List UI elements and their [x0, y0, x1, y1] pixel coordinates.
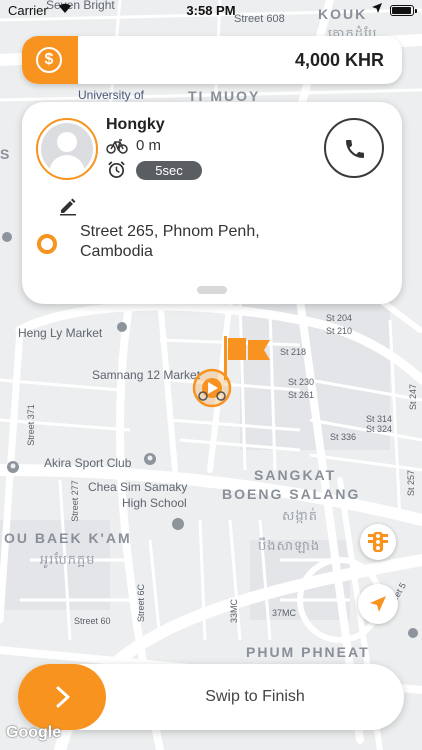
- map-label: Chea Sim Samaky: [88, 480, 188, 494]
- location-arrow-icon: [372, 3, 382, 16]
- map-label: អូរបែកក្អម: [40, 552, 96, 567]
- card-drag-handle[interactable]: [197, 286, 227, 294]
- driver-distance: 0 m: [136, 137, 162, 154]
- swipe-label: Swip to Finish: [205, 688, 305, 705]
- driver-info-card[interactable]: Hongky 0 m 5sec Street 265, Phnom Penh, …: [22, 102, 402, 304]
- map-label: Street 277: [69, 480, 80, 522]
- bicycle-icon: [106, 139, 128, 154]
- pickup-address: Street 265, Phnom Penh, Cambodia: [80, 223, 260, 260]
- google-logo: Google: [6, 724, 62, 741]
- map-label: St 204: [326, 313, 353, 323]
- map-label: St 218: [280, 347, 307, 357]
- map-label: Samnang 12 Market: [92, 368, 201, 382]
- map-label: St 230: [288, 377, 315, 387]
- alarm-clock-icon: [108, 161, 125, 178]
- map-label: St 336: [330, 432, 357, 442]
- battery-icon: [390, 5, 417, 16]
- map-label: St 261: [288, 390, 315, 400]
- fare-amount: 4,000 KHR: [294, 50, 384, 70]
- map-label: បឹងសាឡាង: [258, 538, 321, 553]
- pickup-location-icon: [37, 234, 57, 254]
- clock-time: 3:58 PM: [186, 3, 236, 18]
- map-label: University of: [78, 88, 145, 102]
- map-label: St 314: [366, 414, 393, 424]
- swipe-knob[interactable]: [18, 664, 106, 730]
- phone-icon: [346, 140, 364, 158]
- map-label: Akira Sport Club: [44, 456, 132, 470]
- map-label: សង្កាត់: [282, 508, 319, 523]
- map-label: Street 60: [74, 616, 111, 626]
- map-label: 37MC: [272, 608, 297, 618]
- map-label: St 324: [366, 424, 393, 434]
- map-label: BOENG SALANG: [222, 486, 361, 502]
- chevron-right-icon: [56, 686, 70, 708]
- call-button[interactable]: [324, 118, 384, 178]
- status-bar: Carrier 3:58 PM: [0, 0, 422, 22]
- map-label: Street 6C: [136, 583, 147, 623]
- fare-bar: $ 4,000 KHR: [22, 36, 402, 84]
- map-label: Street 371: [25, 404, 36, 446]
- wait-time-badge: 5sec: [136, 161, 202, 180]
- traffic-light-icon: [368, 532, 388, 552]
- map-label: SANGKAT: [254, 467, 337, 483]
- map-label: PHUM PHNEAT: [246, 644, 370, 660]
- fare-icon-box: $: [22, 36, 78, 84]
- map-label: St 247: [408, 383, 419, 411]
- my-location-button[interactable]: [358, 584, 398, 624]
- map-label: 33MC: [229, 598, 240, 624]
- driver-name: Hongky: [106, 116, 165, 133]
- map-label: High School: [122, 496, 187, 510]
- traffic-toggle-button[interactable]: [360, 524, 396, 560]
- default-avatar-icon: [41, 123, 93, 175]
- map-label: Heng Ly Market: [18, 326, 103, 340]
- driver-location-marker-icon: [192, 368, 232, 408]
- dollar-coin-icon: $: [36, 47, 62, 73]
- navigation-arrow-icon: [370, 596, 386, 612]
- map-label: St 257: [406, 469, 417, 497]
- pencil-edit-icon[interactable]: [58, 196, 78, 216]
- driver-avatar[interactable]: [36, 118, 98, 180]
- swipe-to-finish-slider[interactable]: Swip to Finish: [18, 664, 404, 730]
- map-label: S: [0, 146, 12, 162]
- map-label: St 210: [326, 326, 353, 336]
- map-label: OU BAEK K'AM: [4, 530, 132, 546]
